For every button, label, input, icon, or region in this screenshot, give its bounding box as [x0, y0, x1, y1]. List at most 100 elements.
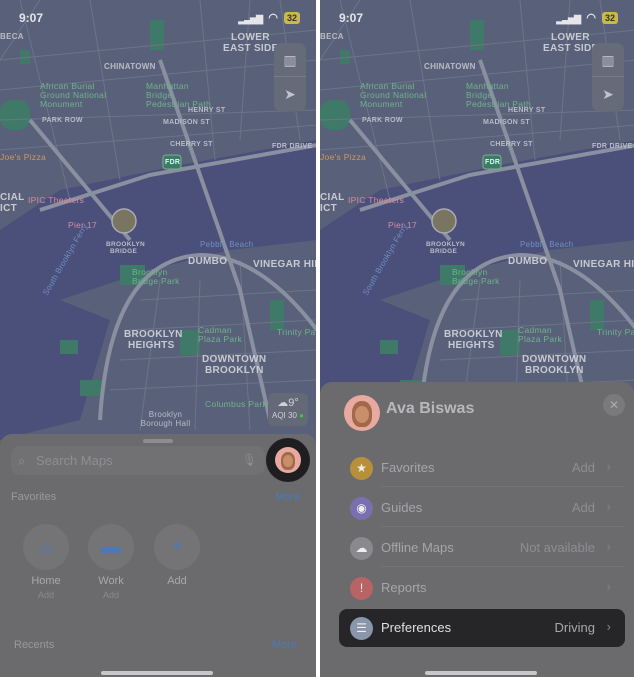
house-icon: ⌂: [23, 524, 69, 570]
cellular-signal-icon: ▂▃▅▇: [556, 14, 581, 24]
briefcase-icon: ▬: [88, 524, 134, 570]
map-label: BECA: [0, 32, 24, 41]
map-label: HENRY ST: [188, 107, 226, 114]
map-label: FDR DRIVE: [592, 143, 633, 150]
menu-item-value: Add: [571, 500, 595, 515]
close-icon: ✕: [608, 398, 620, 412]
sheet-grabber[interactable]: [143, 439, 173, 443]
search-input[interactable]: ⌕ Search Maps 🎙: [11, 446, 265, 475]
map-label: LOWER: [551, 32, 590, 43]
battery-indicator: 32: [283, 12, 300, 24]
menu-item-guides[interactable]: ◉ Guides Add ›: [339, 489, 625, 527]
chevron-right-icon: ›: [606, 619, 611, 634]
divider: [381, 486, 625, 487]
favorite-sublabel: Add: [37, 590, 54, 600]
menu-item-value: Not available: [519, 540, 595, 555]
map-label: MADISON ST: [163, 119, 210, 126]
clock: 9:07: [19, 11, 44, 25]
chevron-right-icon: ›: [606, 499, 611, 514]
favorite-home[interactable]: ⌂ Home Add: [23, 524, 69, 600]
map-label: African Burial Ground National Monument: [40, 81, 107, 109]
home-indicator: [425, 671, 537, 675]
status-bar: 9:07 ▂▃▅▇ ◠ 32: [320, 11, 634, 27]
avatar: [344, 395, 380, 431]
map-mode-button[interactable]: ▥: [274, 43, 306, 77]
search-sheet: ⌕ Search Maps 🎙 Favorites More ⌂ Home Add ▬ W…: [0, 434, 316, 677]
wifi-icon: ◠: [586, 12, 596, 24]
map-label: FDR: [485, 159, 501, 166]
favorite-work[interactable]: ▬ Work Add: [88, 524, 134, 600]
map-mode-button[interactable]: ▥: [592, 43, 624, 77]
recents-more-link[interactable]: More: [272, 639, 297, 651]
microphone-icon[interactable]: 🎙: [242, 446, 257, 475]
map-label: VINEGAR HILL: [253, 259, 316, 270]
map-label: Joe's Pizza: [0, 152, 47, 162]
map-label: BROOKLYN: [205, 365, 264, 376]
map-label: BROOKLYN: [525, 365, 584, 376]
map-label: LOWER: [231, 32, 270, 43]
map-label: CHERRY ST: [170, 141, 213, 148]
map-icon: ▥: [283, 52, 297, 68]
map-label: CIAL: [320, 192, 345, 203]
search-placeholder: Search Maps: [36, 453, 113, 468]
map-label: DUMBO: [188, 256, 228, 267]
close-button[interactable]: ✕: [603, 394, 625, 416]
map-label: DOWNTOWN: [202, 354, 267, 365]
map-label: African Burial Ground National Monument: [360, 81, 427, 109]
location-arrow-icon: ➤: [602, 86, 614, 102]
map-label: BRIDGE: [110, 248, 138, 255]
aqi: AQI 30: [272, 411, 297, 420]
map-label: Trinity Park: [597, 327, 634, 337]
menu-item-offline-maps[interactable]: ☁ Offline Maps Not available ›: [339, 529, 625, 567]
map-label: Brooklyn Bridge Park: [452, 267, 500, 286]
map-label: ICT: [320, 203, 338, 214]
map-label: HENRY ST: [508, 107, 546, 114]
menu-item-value: Add: [571, 460, 595, 475]
map-label: BECA: [320, 32, 344, 41]
location-button[interactable]: ➤: [274, 77, 306, 111]
aqi-dot-icon: ●: [299, 411, 304, 420]
map-label: ICT: [0, 203, 18, 214]
menu-item-label: Guides: [381, 500, 423, 515]
weather-widget[interactable]: ☁9° AQI 30 ●: [268, 393, 308, 426]
favorite-add[interactable]: + Add: [154, 524, 200, 587]
right-screen: BECA LOWER EAST SIDE CHINATOWN African B…: [320, 0, 634, 677]
menu-item-label: Offline Maps: [381, 540, 454, 555]
recents-heading: Recents: [14, 639, 55, 651]
map-label: Columbus Park: [205, 399, 268, 409]
cloud-icon: ☁: [277, 397, 289, 409]
map-label: EAST SIDE: [223, 43, 279, 54]
menu-item-reports[interactable]: ! Reports ›: [339, 569, 625, 607]
map-controls: ▥ ➤: [274, 43, 306, 111]
map-controls: ▥ ➤: [592, 43, 624, 111]
map-label: Brooklyn Borough Hall: [140, 410, 191, 428]
offline-maps-icon: ☁: [350, 537, 373, 560]
wifi-icon: ◠: [268, 12, 278, 24]
map-label: BROOKLYN: [124, 329, 183, 340]
map-label: Brooklyn Bridge Park: [132, 267, 180, 286]
profile-avatar-button[interactable]: [266, 438, 310, 482]
menu-item-preferences[interactable]: ☰ Preferences Driving ›: [339, 609, 625, 647]
map-label: IPIC Theaters: [348, 195, 405, 205]
map-label: CHERRY ST: [490, 141, 533, 148]
map-label: Manhattan Bridge Pedestrian Path: [466, 81, 531, 109]
map-label: DUMBO: [508, 256, 548, 267]
map-label: HEIGHTS: [128, 340, 175, 351]
menu-item-favorites[interactable]: ★ Favorites Add ›: [339, 449, 625, 487]
map-label: Pebble Beach: [520, 240, 574, 249]
map-label: Trinity Park: [277, 327, 316, 337]
profile-sheet: Ava Biswas ✕ ★ Favorites Add › ◉ Guides …: [320, 382, 634, 677]
map-label: Cadman Plaza Park: [198, 325, 243, 344]
map-label: CHINATOWN: [424, 62, 476, 71]
map-label: EAST SIDE: [543, 43, 599, 54]
reports-icon: !: [350, 577, 373, 600]
favorites-more-link[interactable]: More: [275, 491, 300, 503]
temperature: 9°: [288, 397, 299, 409]
favorite-label: Work: [98, 575, 124, 587]
menu-item-label: Favorites: [381, 460, 435, 475]
map-label: FDR DRIVE: [272, 143, 313, 150]
map-label: BROOKLYN: [444, 329, 503, 340]
chevron-right-icon: ›: [606, 539, 611, 554]
location-button[interactable]: ➤: [592, 77, 624, 111]
map-icon: ▥: [601, 52, 615, 68]
